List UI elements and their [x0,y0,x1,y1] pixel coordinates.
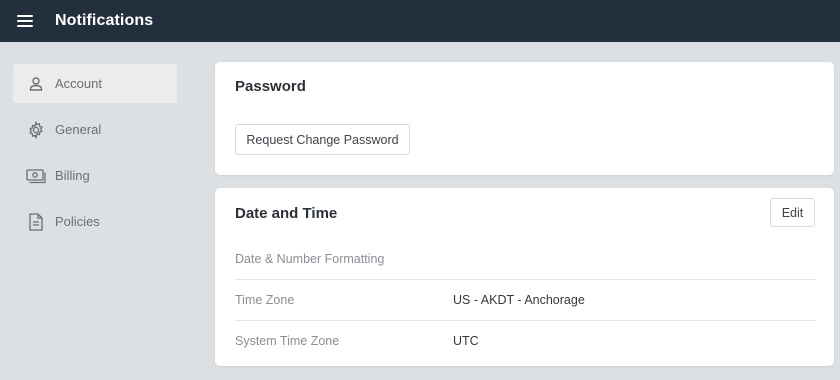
sidebar-item-label: Policies [55,214,100,229]
user-icon [25,73,47,95]
password-card: Password Request Change Password [215,62,834,175]
sidebar-item-label: General [55,122,102,137]
sidebar-item-label: Account [55,76,102,91]
password-card-title: Password [235,78,306,95]
gear-icon [25,119,47,141]
date-time-card: Date and Time Edit Date & Number Formatt… [215,188,834,366]
request-change-password-button[interactable]: Request Change Password [235,124,410,155]
top-app-bar: Notifications [0,0,840,42]
money-icon [25,165,47,187]
page-title: Notifications [55,12,154,29]
row-value: US - AKDT - Anchorage [453,293,585,307]
sidebar-item-label: Billing [55,168,90,183]
time-zone-row: Time Zone US - AKDT - Anchorage [235,279,815,320]
sidebar-item-account[interactable]: Account [13,64,177,103]
sidebar-item-billing[interactable]: Billing [13,156,177,195]
row-label: Date & Number Formatting [235,251,385,266]
row-label: Time Zone [235,293,295,307]
sidebar-item-policies[interactable]: Policies [13,202,177,241]
row-label: System Time Zone [235,334,340,348]
system-time-zone-row: System Time Zone UTC [235,320,815,361]
date-time-card-title: Date and Time [235,205,338,222]
document-icon [25,211,47,233]
settings-sidebar: Account General Billing Policies [0,42,200,380]
sidebar-item-general[interactable]: General [13,110,177,149]
date-number-formatting-row: Date & Number Formatting [235,238,815,279]
edit-button[interactable]: Edit [770,198,815,227]
hamburger-menu-icon[interactable] [17,14,33,28]
row-value: UTC [453,334,479,348]
